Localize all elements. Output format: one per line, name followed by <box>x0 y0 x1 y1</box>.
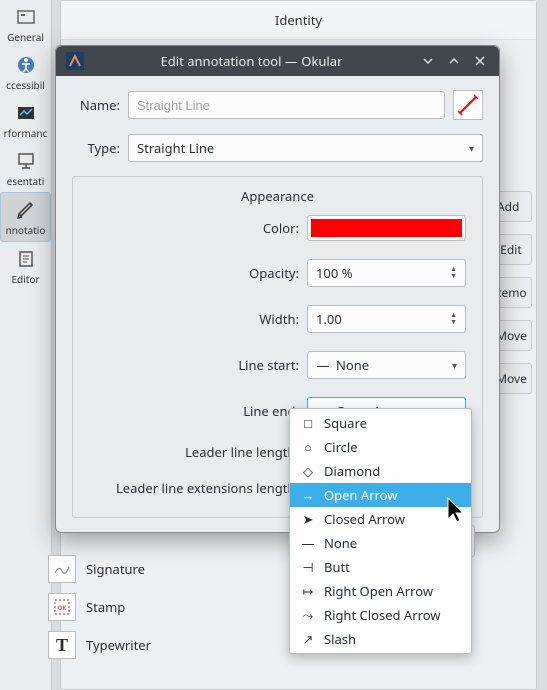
line-ending-icon: ◇ <box>300 462 316 480</box>
dropdown-item[interactable]: ◇ Diamond <box>290 459 471 483</box>
dropdown-item[interactable]: — None <box>290 531 471 555</box>
sidebar-label: esentati <box>7 174 45 188</box>
width-spinner[interactable]: 1.00 ▲▼ <box>307 305 466 333</box>
line-end-label: Line end: <box>89 402 299 420</box>
line-end-dropdown: □ Square ○ Circle ◇ Diamond → Open Arrow ➤ Closed… <box>289 408 472 654</box>
annotation-list: Signature OK Stamp T Typewriter <box>48 555 151 659</box>
dropdown-label: Slash <box>324 630 356 648</box>
none-icon: — <box>316 356 330 374</box>
opacity-spinner[interactable]: 100 % ▲▼ <box>307 259 466 287</box>
svg-text:OK: OK <box>58 604 67 612</box>
width-label: Width: <box>89 310 299 328</box>
dropdown-item[interactable]: ↦ Right Open Arrow <box>290 579 471 603</box>
dropdown-item[interactable]: ⤳ Right Closed Arrow <box>290 603 471 627</box>
presentation-icon <box>15 150 37 172</box>
sidebar-item-presentation[interactable]: esentati <box>0 144 51 192</box>
sidebar-label: Editor <box>11 272 39 286</box>
identity-header: Identity <box>61 1 536 40</box>
list-label: Signature <box>86 560 145 578</box>
color-label: Color: <box>89 219 299 237</box>
type-value: Straight Line <box>137 139 214 157</box>
stamp-icon: OK <box>48 593 76 621</box>
line-ending-icon: ↦ <box>300 582 316 600</box>
sidebar-item-general[interactable]: General <box>0 0 51 48</box>
signature-icon <box>48 555 76 583</box>
dropdown-item[interactable]: → Open Arrow <box>290 483 471 507</box>
list-item[interactable]: T Typewriter <box>48 631 151 659</box>
line-start-label: Line start: <box>89 356 299 374</box>
line-ending-icon: □ <box>300 414 316 432</box>
general-icon <box>15 6 37 28</box>
dropdown-label: Square <box>324 414 367 432</box>
dropdown-label: Circle <box>324 438 358 456</box>
accessibility-icon <box>15 54 37 76</box>
list-label: Typewriter <box>86 636 151 654</box>
line-start-value: None <box>336 356 446 374</box>
minimize-icon[interactable] <box>419 52 437 70</box>
list-item[interactable]: Signature <box>48 555 151 583</box>
typewriter-icon: T <box>48 631 76 659</box>
line-ending-icon: ➤ <box>300 510 316 528</box>
dropdown-item[interactable]: ⊣ Butt <box>290 555 471 579</box>
leader-ext-label: Leader line extensions length: <box>89 479 299 497</box>
color-swatch-fill <box>311 219 462 237</box>
dropdown-item[interactable]: ○ Circle <box>290 435 471 459</box>
dropdown-label: Closed Arrow <box>324 510 405 528</box>
opacity-label: Opacity: <box>89 264 299 282</box>
chevron-down-icon: ▾ <box>469 141 474 155</box>
list-label: Stamp <box>86 598 125 616</box>
dropdown-label: Right Open Arrow <box>324 582 433 600</box>
line-ending-icon: — <box>300 534 316 552</box>
type-label: Type: <box>72 139 120 157</box>
close-icon[interactable] <box>471 52 489 70</box>
line-start-select[interactable]: — None ▾ <box>307 351 466 379</box>
performance-icon <box>15 102 37 124</box>
appearance-title: Appearance <box>89 187 466 205</box>
dropdown-label: Open Arrow <box>324 486 398 504</box>
color-picker[interactable] <box>307 215 466 241</box>
width-value: 1.00 <box>316 310 342 328</box>
name-label: Name: <box>72 96 120 114</box>
dropdown-item[interactable]: ↗ Slash <box>290 627 471 651</box>
sidebar-label: ccessibil <box>6 78 45 92</box>
sidebar-item-annotations[interactable]: nnotatio <box>0 192 51 242</box>
dialog-title: Edit annotation tool — Okular <box>92 52 411 70</box>
dropdown-label: Diamond <box>324 462 380 480</box>
spin-arrows-icon: ▲▼ <box>450 266 457 280</box>
line-ending-icon: ↗ <box>300 630 316 648</box>
sidebar-label: rformanc <box>4 126 48 140</box>
sidebar-label: nnotatio <box>6 223 46 237</box>
chevron-down-icon: ▾ <box>452 358 457 372</box>
list-item[interactable]: OK Stamp <box>48 593 151 621</box>
line-ending-icon: ⤳ <box>300 606 316 624</box>
sidebar-item-editor[interactable]: Editor <box>0 242 51 290</box>
okular-app-icon <box>66 52 84 70</box>
editor-icon <box>15 248 37 270</box>
dropdown-item[interactable]: ➤ Closed Arrow <box>290 507 471 531</box>
line-ending-icon: ⊣ <box>300 558 316 576</box>
annotation-preview-icon <box>453 90 483 120</box>
dropdown-label: Butt <box>324 558 350 576</box>
dropdown-item[interactable]: □ Square <box>290 411 471 435</box>
leader-length-label: Leader line length: <box>89 443 299 461</box>
settings-sidebar: General ccessibil rformanc esentati nnot… <box>0 0 52 690</box>
annotation-icon <box>15 199 37 221</box>
spin-arrows-icon: ▲▼ <box>450 312 457 326</box>
line-ending-icon: → <box>300 486 316 504</box>
dropdown-label: None <box>324 534 357 552</box>
dialog-titlebar[interactable]: Edit annotation tool — Okular <box>56 46 499 76</box>
opacity-value: 100 % <box>316 264 353 282</box>
sidebar-item-performance[interactable]: rformanc <box>0 96 51 144</box>
maximize-icon[interactable] <box>445 52 463 70</box>
sidebar-item-accessibility[interactable]: ccessibil <box>0 48 51 96</box>
dropdown-label: Right Closed Arrow <box>324 606 441 624</box>
sidebar-label: General <box>7 30 44 44</box>
line-ending-icon: ○ <box>300 438 316 456</box>
type-select[interactable]: Straight Line ▾ <box>128 134 483 162</box>
name-input[interactable] <box>128 91 445 119</box>
